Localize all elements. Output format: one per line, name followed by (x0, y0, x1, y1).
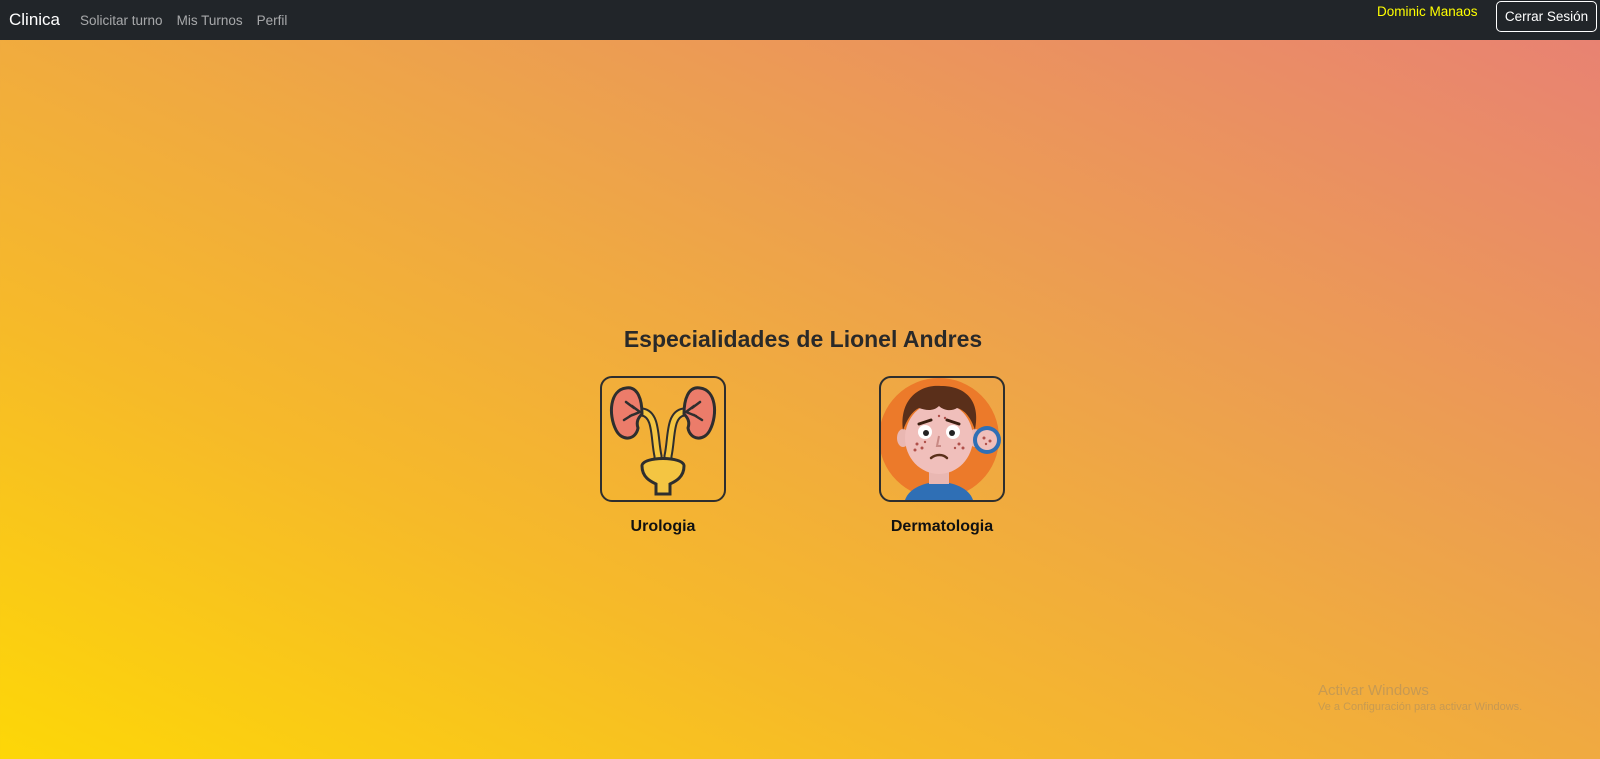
page-title: Especialidades de Lionel Andres (623, 326, 983, 352)
user-name: Dominic Manaos (1377, 4, 1478, 19)
top-navbar: Clinica Solicitar turno Mis Turnos Perfi… (0, 0, 1600, 40)
nav-perfil[interactable]: Perfil (257, 13, 288, 28)
specialty-image[interactable] (879, 376, 1005, 502)
brand-link[interactable]: Clinica (9, 10, 60, 30)
windows-activation-watermark: Activar Windows Ve a Configuración para … (1318, 682, 1522, 713)
kidneys-icon (609, 386, 717, 496)
specialty-label: Urologia (630, 518, 696, 535)
nav-mis-turnos[interactable]: Mis Turnos (177, 13, 243, 28)
watermark-subtitle: Ve a Configuración para activar Windows. (1318, 701, 1523, 713)
watermark-title: Activar Windows (1318, 682, 1429, 699)
acne-face-icon (881, 378, 1001, 500)
specialty-image[interactable] (600, 376, 726, 502)
specialty-label: Dermatologia (890, 518, 994, 535)
specialty-card-dermatologia[interactable]: Dermatologia (879, 376, 1005, 536)
specialty-card-urologia[interactable]: Urologia (600, 376, 726, 536)
logout-button[interactable]: Cerrar Sesión (1496, 1, 1597, 32)
nav-solicitar-turno[interactable]: Solicitar turno (80, 13, 163, 28)
